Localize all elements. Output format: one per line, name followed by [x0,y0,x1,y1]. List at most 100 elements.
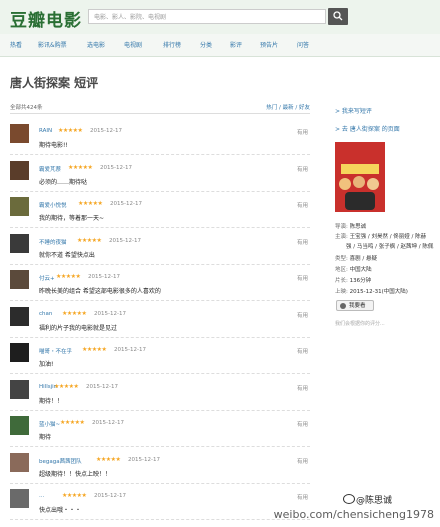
movie-poster[interactable] [335,142,385,212]
avatar[interactable] [10,416,29,435]
director-row: 导演: 陈思诚 [335,224,367,230]
star-rating: ★★★★★ [62,309,87,317]
cast-row-2[interactable]: 强 / 马当鸣 / 张子枫 / 赵茜坤 / 陈佩 [346,242,433,250]
avatar[interactable] [10,452,29,472]
review-date: 2015-12-17 [92,420,124,426]
release-row: 上映: 2015-12-31(中国大陆) [335,289,408,295]
avatar[interactable] [10,270,29,289]
useful-button[interactable]: 有用 [297,238,308,246]
review-username[interactable]: 霸爱芃萘 [39,165,61,173]
review-item: Hillsjin ★★★★★ 2015-12-17 有用 期待！！ [10,379,310,411]
want-to-watch-button[interactable]: 我要看 [336,300,374,311]
douban-logo[interactable]: 豆瓣电影 [10,6,82,31]
sort-links[interactable]: 热门 / 最新 / 好友 [266,103,310,111]
useful-button[interactable]: 有用 [297,165,308,173]
page-title: 唐人街探案 短评 [10,76,99,90]
star-rating: ★★★★★ [58,127,83,134]
review-username[interactable]: ... [39,493,44,499]
director-value[interactable]: 陈思诚 [350,224,367,230]
useful-button[interactable]: 有用 [297,420,308,428]
review-date: 2015-12-17 [94,310,126,317]
sidebar-note: 我们会根据你的评分... [335,321,385,327]
star-rating: ★★★★★ [82,346,107,353]
review-text: 期待电影!! [39,142,68,149]
avatar[interactable] [10,124,29,143]
review-count: 全部共424条 [10,105,43,111]
search-input[interactable]: 电影、影人、影院、电视剧 [88,9,326,24]
review-text: 昨晚长美的组合 希望这部电影很多的人喜欢的 [39,288,161,295]
useful-button[interactable]: 有用 [297,347,308,355]
useful-button[interactable]: 有用 [297,201,308,209]
nav-item[interactable]: 问答 [297,40,309,49]
useful-button[interactable]: 有用 [297,274,308,282]
review-text: 超级期待！！快点上映！！ [39,470,112,478]
review-item: RAIN ★★★★★ 2015-12-17 有用期待电影!! [10,124,310,155]
review-username[interactable]: RAIN [39,128,52,134]
review-item: 霸爱芃萘 ★★★★★ 2015-12-17 有用 必须的……期待哒 [10,160,310,192]
nav-item[interactable]: 预告片 [260,40,278,49]
play-icon [340,303,346,309]
review-item: 蓝小猫~ ★★★★★ 2015-12-17 有用期待 [10,416,310,447]
header: 豆瓣电影 电影、影人、影院、电视剧 [0,0,440,34]
review-username[interactable]: chan [39,311,52,317]
nav-item[interactable]: 影讯&购票 [38,40,67,49]
nav-item[interactable]: 选电影 [87,40,105,49]
review-item: chan ★★★★★ 2015-12-17 有用福利的片子我的电影就是见过 [10,306,310,338]
search-icon [333,11,343,21]
search-button[interactable] [328,8,348,25]
useful-button[interactable]: 有用 [297,128,308,136]
star-rating: ★★★★★ [60,419,85,426]
review-text: 加油! [39,361,54,368]
review-username[interactable]: 喵哥・不在乎 [39,347,72,355]
star-rating: ★★★★★ [54,382,79,390]
cast-value[interactable]: 王宝强 / 刘昊然 / 佟丽娅 / 陈赫 [350,234,427,240]
review-text: 期待 [39,434,52,441]
review-text: 就你不道 希望快点出 [39,251,95,259]
weibo-icon [343,494,355,504]
useful-button[interactable]: 有用 [297,493,308,501]
review-date: 2015-12-17 [110,201,142,207]
genre-row: 类型: 喜剧 / 悬疑 [335,256,377,262]
star-rating: ★★★★★ [96,455,121,463]
avatar[interactable] [10,160,29,180]
avatar[interactable] [10,197,29,216]
review-username[interactable]: 霸爱小悦悦 [39,201,67,209]
main-nav: 热看 影讯&购票 选电影 电视剧 排行榜 分类 影评 预告片 问答 [0,34,440,57]
avatar[interactable] [10,379,29,399]
review-date: 2015-12-17 [90,128,122,134]
review-username[interactable]: 不睡的夜猫 [39,238,67,246]
review-item: 霸爱小悦悦 ★★★★★ 2015-12-17 有用 我的期待，等着那一天~ [10,197,310,228]
useful-button[interactable]: 有用 [297,457,308,465]
movie-page-link[interactable]: > 去 唐人街探案 的页面 [335,124,400,133]
star-rating: ★★★★★ [77,236,102,244]
review-date: 2015-12-17 [109,237,141,244]
nav-item[interactable]: 排行榜 [163,40,181,49]
review-username[interactable]: begaga茜茜团队 [39,457,82,465]
review-text: 福利的片子我的电影就是见过 [39,324,118,332]
avatar[interactable] [10,489,29,508]
star-rating: ★★★★★ [62,492,87,499]
review-item: 不睡的夜猫 ★★★★★ 2015-12-17 有用就你不道 希望快点出 [10,233,310,265]
review-text: 我的期待，等着那一天~ [39,215,105,222]
nav-item[interactable]: 分类 [200,40,212,49]
watermark-handle: @陈思诚 [356,496,393,506]
write-review-link[interactable]: > 我来写短评 [335,106,372,115]
nav-item[interactable]: 电视剧 [124,40,142,49]
avatar[interactable] [10,233,29,253]
review-date: 2015-12-17 [88,274,120,280]
watermark-url: weibo.com/chensicheng1978 [273,508,434,521]
avatar[interactable] [10,306,29,326]
runtime-row: 片长: 136分钟 [335,278,372,284]
review-date: 2015-12-17 [94,493,126,499]
review-username[interactable]: 付云+ [39,274,55,282]
review-item: 喵哥・不在乎 ★★★★★ 2015-12-17 有用 加油! [10,343,310,374]
review-date: 2015-12-17 [100,164,132,171]
review-username[interactable]: 蓝小猫~ [39,420,60,428]
review-item: begaga茜茜团队 ★★★★★ 2015-12-17 有用 超级期待！！快点上映！！ [10,452,310,484]
useful-button[interactable]: 有用 [297,384,308,392]
avatar[interactable] [10,343,29,362]
review-item: ... ★★★★★ 2015-12-17 有用 快点出哦・・・ [10,489,310,520]
useful-button[interactable]: 有用 [297,311,308,319]
nav-item[interactable]: 影评 [230,40,242,49]
nav-item[interactable]: 热看 [10,40,22,49]
